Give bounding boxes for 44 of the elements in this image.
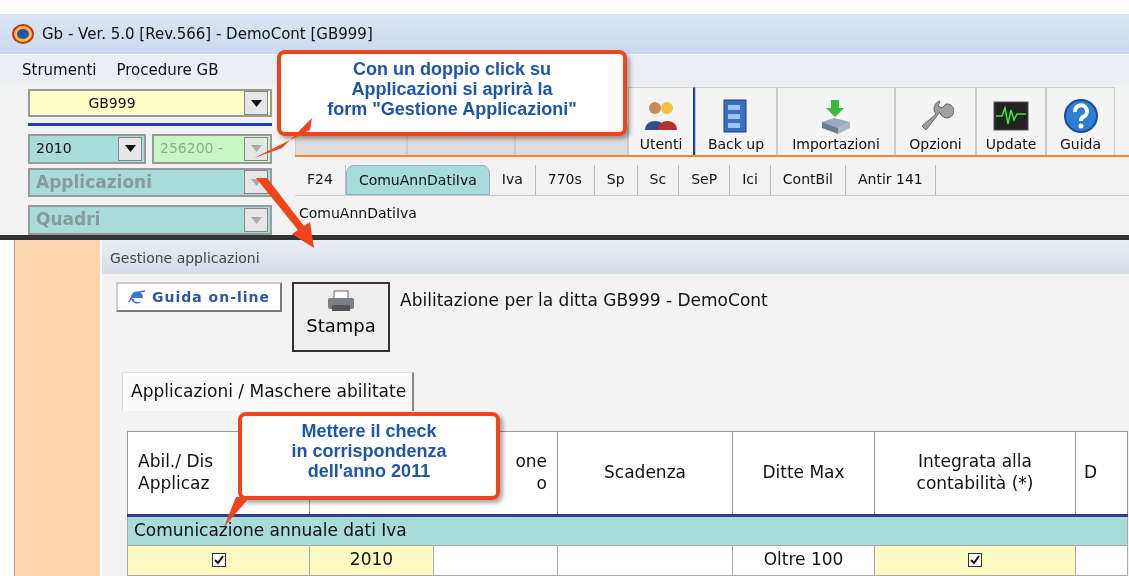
tab[interactable]: F24 — [295, 165, 346, 195]
tab[interactable]: Sc — [637, 165, 680, 195]
toolbar-button[interactable]: Utenti — [628, 87, 695, 155]
toolbar-button[interactable]: Guida — [1046, 87, 1115, 155]
help-button[interactable]: Guida on-line — [116, 282, 283, 312]
subtitle: ComuAnnDatiIva — [298, 204, 418, 223]
toolbar-button[interactable]: Back up — [695, 87, 777, 155]
tab[interactable]: Antir 141 — [845, 165, 936, 195]
tab[interactable]: Sp — [594, 165, 638, 195]
toolbar-button[interactable]: Opzioni — [895, 87, 976, 155]
browser-icon — [128, 288, 146, 306]
help-icon — [1062, 98, 1099, 134]
form-title: Gestione applicazioni — [102, 240, 1129, 274]
tab[interactable]: Applicazioni / Maschere abilitate — [122, 372, 415, 411]
monitor-icon — [993, 98, 1029, 134]
menu-item[interactable]: Strumenti — [22, 58, 97, 82]
callout-pointer — [254, 118, 314, 158]
callout-tooltip: Mettere il check in corrispondenza dell'anno 2011 — [238, 412, 500, 500]
caret-icon — [124, 145, 136, 153]
company-label: Abilitazione per la ditta GB999 - DemoCont — [400, 289, 768, 312]
menu-item[interactable]: Procedure GB — [116, 58, 219, 82]
toolbar-button[interactable]: Importazioni — [777, 87, 895, 155]
toolbar-button[interactable]: Update — [976, 87, 1046, 155]
dropdown[interactable]: 2010 — [28, 133, 146, 164]
caret-icon — [250, 216, 262, 224]
logo-icon — [12, 24, 34, 44]
caret-icon — [250, 145, 262, 153]
tab[interactable]: Ici — [730, 165, 771, 195]
window-title: Gb - Ver. 5.0 [Rev.566] - DemoCont [GB999] — [42, 23, 373, 45]
table-cell: 2010 — [309, 545, 434, 575]
checkbox[interactable] — [968, 553, 982, 568]
tab[interactable]: Iva — [489, 165, 536, 195]
checkbox[interactable] — [211, 553, 226, 568]
print-button[interactable]: Stampa — [292, 282, 391, 352]
table-cell: Oltre 100 — [732, 545, 875, 575]
printer-icon — [326, 290, 357, 312]
tab[interactable]: 770s — [535, 165, 595, 195]
tab[interactable]: ComuAnnDatiIva — [345, 165, 490, 195]
callout-tooltip: Con un doppio click su Applicazioni si aprirà la form "Gestione Applicazioni" — [277, 50, 627, 136]
group-header: Comunicazione annuale dati Iva — [127, 515, 1128, 545]
tab[interactable]: ContBil — [770, 165, 846, 195]
tab[interactable]: SeP — [679, 165, 731, 195]
dropdown[interactable]: GB999 — [28, 89, 272, 117]
caret-icon — [250, 99, 262, 107]
